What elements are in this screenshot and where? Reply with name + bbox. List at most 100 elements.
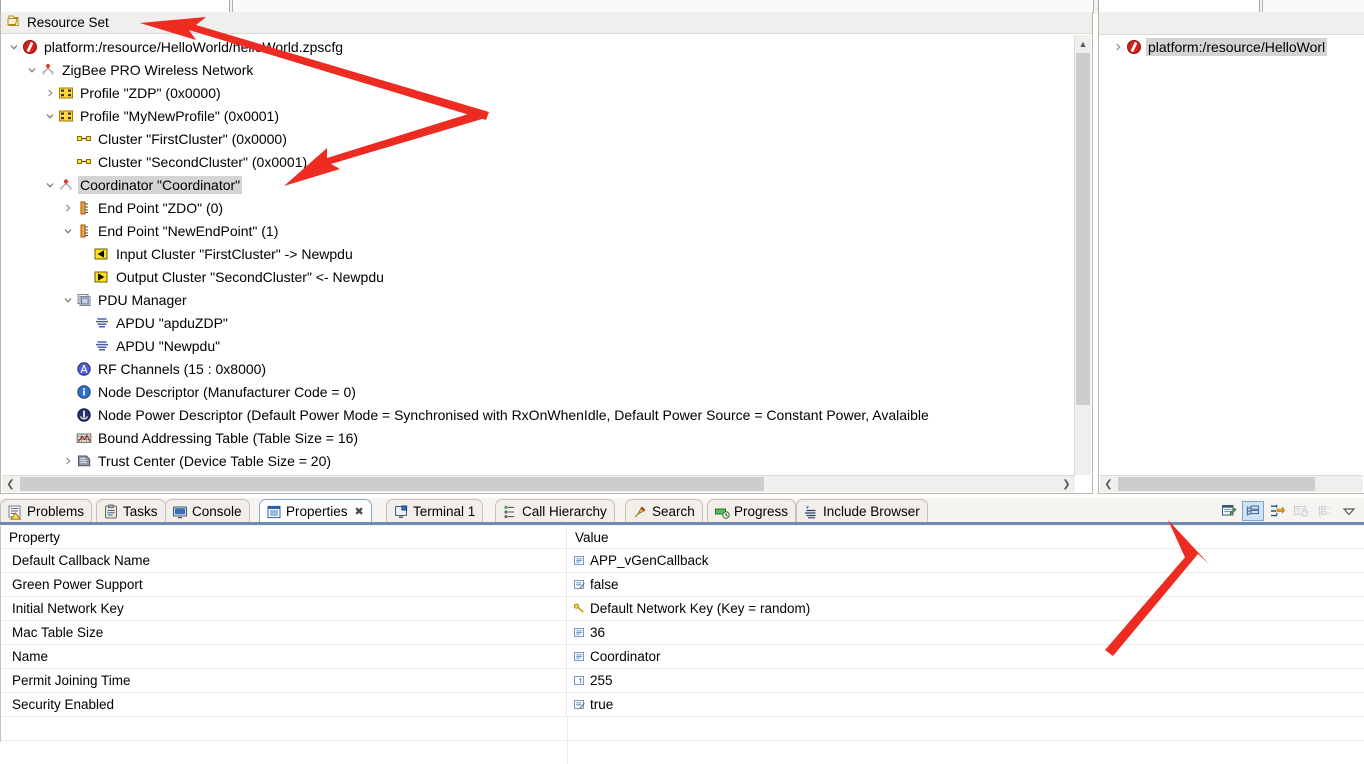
outline-tree[interactable]: platform:/resource/HelloWorl	[1099, 35, 1364, 475]
property-value-cell[interactable]: 255	[567, 669, 1364, 692]
property-empty-row	[1, 740, 1364, 764]
tree-item[interactable]: Node Power Descriptor (Default Power Mod…	[1, 403, 1075, 426]
tab-label: Problems	[27, 504, 85, 519]
property-row[interactable]: Default Callback Name APP_vGenCallback	[1, 548, 1364, 572]
property-value-cell[interactable]: 36	[567, 621, 1364, 644]
tab-progress[interactable]: Progress	[707, 499, 797, 523]
tree-item[interactable]: APDU "Newpdu"	[1, 334, 1075, 357]
tree-item[interactable]: Cluster "SecondCluster" (0x0001)	[1, 150, 1075, 173]
tree-twisty-expanded[interactable]	[42, 177, 57, 192]
tree-horizontal-scrollbar[interactable]: ❮ ❯	[2, 475, 1075, 492]
tree-item[interactable]: Profile "MyNewProfile" (0x0001)	[1, 104, 1075, 127]
property-name-cell: Security Enabled	[1, 693, 567, 716]
trust-center-icon	[75, 453, 92, 469]
tree-twisty-expanded[interactable]	[6, 39, 21, 54]
property-row[interactable]: Green Power Support false	[1, 572, 1364, 596]
terminal-icon	[393, 504, 409, 519]
apdu-icon	[93, 338, 110, 354]
close-icon[interactable]: ✖	[355, 505, 364, 518]
tree-item[interactable]: platform:/resource/HelloWorld/helloWorld…	[1, 35, 1075, 58]
horizontal-scroll-thumb[interactable]	[20, 477, 764, 491]
tree-item[interactable]: Coordinator "Coordinator"	[1, 173, 1075, 196]
tree-twisty-collapsed[interactable]	[60, 453, 75, 468]
tree-item[interactable]: Trust Center (Device Table Size = 20)	[1, 449, 1075, 472]
tab-label: Search	[652, 504, 695, 519]
tab-callhierarchy[interactable]: Call Hierarchy	[495, 499, 615, 523]
property-row[interactable]: Name Coordinator	[1, 644, 1364, 668]
new-property-sheet-icon[interactable]	[1218, 501, 1240, 521]
tree-item[interactable]: Profile "ZDP" (0x0000)	[1, 81, 1075, 104]
scroll-right-arrow[interactable]: ❯	[1058, 476, 1075, 492]
tree-twisty-expanded[interactable]	[60, 223, 75, 238]
tree-item[interactable]: Bound Addressing Table (Table Size = 16)	[1, 426, 1075, 449]
tree-twisty-expanded[interactable]	[24, 62, 39, 77]
tab-tasks[interactable]: Tasks	[96, 499, 166, 523]
tab-properties[interactable]: Properties ✖	[259, 499, 372, 523]
property-value: true	[590, 697, 614, 712]
tree-twisty-collapsed[interactable]	[42, 85, 57, 100]
tab-includebrowser[interactable]: Include Browser	[796, 499, 928, 523]
tree-item[interactable]: Node Descriptor (Manufacturer Code = 0)	[1, 380, 1075, 403]
tree-item[interactable]: Input Cluster "FirstCluster" -> Newpdu	[1, 242, 1075, 265]
tree-twisty-expanded[interactable]	[42, 108, 57, 123]
tree-item-label: Cluster "FirstCluster" (0x0000)	[98, 130, 287, 147]
profile-icon	[57, 85, 74, 101]
tree-item[interactable]: Output Cluster "SecondCluster" <- Newpdu	[1, 265, 1075, 288]
scroll-up-arrow[interactable]: ▲	[1075, 35, 1091, 52]
tree-twisty-empty	[78, 315, 93, 330]
tree-vertical-scrollbar[interactable]: ▲	[1074, 35, 1091, 475]
outline-horizontal-scrollbar[interactable]: ❮	[1100, 475, 1363, 492]
cluster-icon	[75, 131, 92, 147]
property-row[interactable]: Security Enabled true	[1, 692, 1364, 716]
property-value-cell[interactable]: APP_vGenCallback	[567, 549, 1364, 572]
column-header-property[interactable]: Property	[1, 526, 567, 548]
scroll-left-arrow[interactable]: ❮	[2, 476, 19, 492]
tree-twisty-expanded[interactable]	[60, 292, 75, 307]
show-advanced-properties-icon[interactable]	[1266, 501, 1288, 521]
tree-twisty-empty	[60, 430, 75, 445]
model-tree[interactable]: platform:/resource/HelloWorld/helloWorld…	[1, 35, 1075, 475]
property-value: 36	[590, 625, 606, 640]
show-categories-icon[interactable]	[1242, 500, 1264, 521]
column-header-value[interactable]: Value	[567, 526, 1364, 548]
outline-scroll-thumb[interactable]	[1118, 477, 1315, 491]
tab-console[interactable]: Console	[165, 499, 250, 523]
tree-item[interactable]: End Point "ZDO" (0)	[1, 196, 1075, 219]
resource-set-label: Resource Set	[27, 15, 109, 30]
property-value: false	[590, 577, 619, 592]
property-name: Initial Network Key	[12, 601, 124, 616]
outline-twisty-collapsed[interactable]	[1110, 39, 1125, 54]
property-value-cell[interactable]: Coordinator	[567, 645, 1364, 668]
tree-item-label: Profile "MyNewProfile" (0x0001)	[80, 107, 280, 124]
tree-item[interactable]: APDU "apduZDP"	[1, 311, 1075, 334]
tab-problems[interactable]: Problems	[0, 499, 93, 523]
vertical-scroll-thumb[interactable]	[1076, 53, 1090, 405]
tab-search[interactable]: Search	[625, 499, 703, 523]
properties-table[interactable]: Property Value Default Callback Name APP_vG…	[0, 526, 1364, 764]
tree-item[interactable]: End Point "NewEndPoint" (1)	[1, 219, 1075, 242]
view-menu-icon[interactable]	[1338, 501, 1360, 521]
tree-item[interactable]: Cluster "FirstCluster" (0x0000)	[1, 127, 1075, 150]
property-value-cell[interactable]: true	[567, 693, 1364, 716]
bottom-view-stack: Problems Tasks Console Properties ✖ Terminal …	[0, 498, 1364, 764]
property-row[interactable]: Mac Table Size 36	[1, 620, 1364, 644]
tab-terminal1[interactable]: Terminal 1	[386, 499, 484, 523]
tree-twisty-collapsed[interactable]	[60, 200, 75, 215]
outline-item[interactable]: platform:/resource/HelloWorl	[1099, 35, 1364, 58]
tree-item[interactable]: RF Channels (15 : 0x8000)	[1, 357, 1075, 380]
profile-icon	[57, 108, 74, 124]
tree-item-label: PDU Manager	[98, 291, 187, 308]
boolean-value-icon	[572, 698, 586, 712]
property-value-cell[interactable]: false	[567, 573, 1364, 596]
property-row[interactable]: Permit Joining Time 255	[1, 668, 1364, 692]
tree-item-label: Profile "ZDP" (0x0000)	[80, 84, 221, 101]
property-row[interactable]: Initial Network Key Default Network Key (…	[1, 596, 1364, 620]
tree-item[interactable]: PDU Manager	[1, 288, 1075, 311]
tree-item[interactable]: ZigBee PRO Wireless Network	[1, 58, 1075, 81]
boolean-value-icon	[572, 578, 586, 592]
outline-scroll-left-arrow[interactable]: ❮	[1100, 476, 1117, 492]
bound-address-table-icon	[75, 430, 92, 446]
tab-label: Call Hierarchy	[522, 504, 607, 519]
property-value-cell[interactable]: Default Network Key (Key = random)	[567, 597, 1364, 620]
tree-item-label: Bound Addressing Table (Table Size = 16)	[98, 429, 359, 446]
